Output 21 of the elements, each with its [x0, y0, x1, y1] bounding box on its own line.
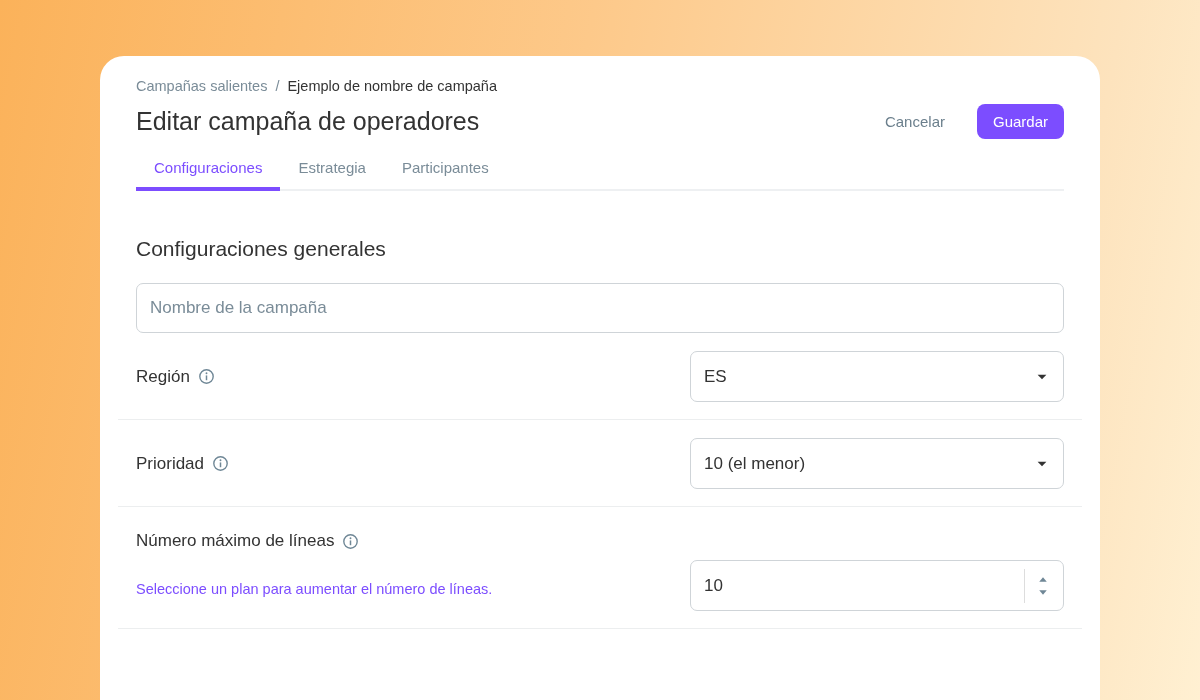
- breadcrumb-link[interactable]: Campañas salientes: [136, 78, 268, 94]
- page-title: Editar campaña de operadores: [136, 107, 480, 136]
- dropdown[interactable]: ES: [690, 351, 1064, 402]
- tab[interactable]: Participantes: [383, 151, 507, 191]
- number-field[interactable]: 10: [690, 560, 1064, 611]
- cancel-button[interactable]: Cancelar: [868, 104, 961, 139]
- info-icon: [197, 368, 215, 385]
- info-icon: [342, 532, 360, 550]
- field-label: Número máximo de líneas: [136, 531, 335, 551]
- info-icon: [212, 455, 230, 472]
- field-label: Prioridad: [136, 453, 205, 474]
- field-label: Región: [136, 366, 190, 387]
- hint-text: Seleccione un plan para aumentar el número de líneas.: [136, 581, 493, 597]
- dropdown[interactable]: 10 (el menor): [690, 438, 1064, 489]
- save-button[interactable]: Guardar: [976, 104, 1064, 139]
- breadcrumb-current: Ejemplo de nombre de campaña: [287, 78, 497, 94]
- tab[interactable]: Configuraciones: [136, 151, 281, 191]
- breadcrumb-separator: /: [275, 78, 280, 94]
- section-title: Configuraciones generales: [136, 237, 387, 261]
- tab[interactable]: Estrategia: [280, 151, 384, 191]
- input-field[interactable]: Nombre de la campaña: [136, 283, 1064, 333]
